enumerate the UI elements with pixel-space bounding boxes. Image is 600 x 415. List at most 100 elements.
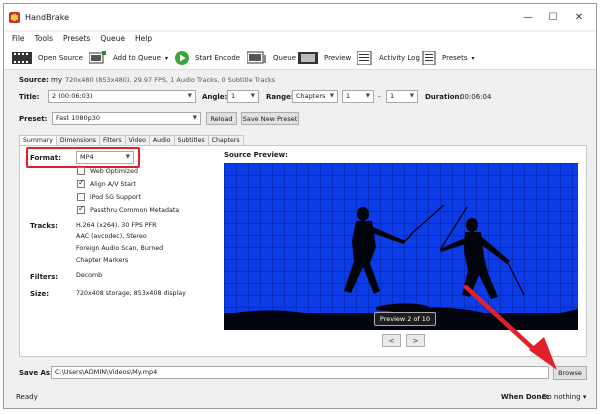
ipod-5g-label: iPod 5G Support	[90, 194, 141, 201]
track-item: AAC (avcodec), Stereo	[76, 233, 147, 240]
start-encode-label: Start Encode	[195, 54, 241, 62]
angle-label: Angle:	[202, 93, 228, 101]
menu-file[interactable]: File	[12, 32, 25, 46]
activity-log-label: Activity Log	[379, 54, 420, 62]
passthru-metadata-label: Passthru Common Metadata	[90, 207, 180, 214]
queue-label: Queue	[273, 54, 296, 62]
preview-image	[224, 163, 578, 330]
status-text: Ready	[16, 393, 38, 401]
range-select[interactable]: Chapters ▼	[292, 90, 338, 103]
passthru-metadata-checkbox[interactable]	[77, 204, 85, 214]
tracks-label: Tracks:	[30, 222, 58, 230]
handbrake-logo-icon	[9, 12, 20, 23]
size-label: Size:	[30, 290, 50, 298]
tab-video[interactable]: Video	[124, 135, 150, 145]
preview-frame-image	[224, 163, 578, 330]
film-icon	[12, 52, 32, 64]
add-to-queue-button[interactable]: Add to Queue ▾	[89, 50, 168, 66]
previous-preview-button[interactable]: <	[382, 334, 401, 347]
browse-button[interactable]: Browse	[553, 366, 587, 380]
title-bar: HandBrake — ☐ ✕	[4, 4, 596, 30]
presets-button[interactable]: Presets ▾	[422, 50, 475, 66]
next-preview-button[interactable]: >	[406, 334, 425, 347]
preview-caption: Preview 2 of 10	[374, 312, 436, 326]
save-as-label: Save As:	[19, 369, 53, 377]
chevron-down-icon: ▼	[329, 93, 334, 99]
settings-tabs: Summary Dimensions Filters Video Audio S…	[19, 135, 244, 146]
range-start-select[interactable]: 1 ▼	[342, 90, 374, 103]
add-to-queue-label: Add to Queue	[113, 54, 162, 62]
format-highlight	[26, 147, 140, 168]
preset-label: Preset:	[19, 115, 48, 123]
track-item: Foreign Audio Scan, Burned	[76, 245, 164, 252]
menu-queue[interactable]: Queue	[100, 32, 125, 46]
range-label: Range:	[266, 93, 294, 101]
when-done-select[interactable]: Do nothing ▾	[542, 393, 586, 401]
log-icon	[357, 51, 372, 65]
menu-help[interactable]: Help	[135, 32, 152, 46]
status-bar: Ready When Done: Do nothing ▾	[4, 388, 596, 408]
menu-tools[interactable]: Tools	[35, 32, 53, 46]
start-encode-button[interactable]: Start Encode	[175, 50, 240, 66]
tab-subtitles[interactable]: Subtitles	[173, 135, 209, 145]
queue-button[interactable]: Queue	[247, 50, 296, 66]
reload-button[interactable]: Reload	[206, 112, 237, 125]
tab-chapters[interactable]: Chapters	[207, 135, 244, 145]
add-queue-icon	[89, 51, 106, 64]
size-value: 720x408 storage, 853x408 display	[76, 290, 186, 297]
save-new-preset-button[interactable]: Save New Preset	[241, 112, 299, 125]
menu-bar: File Tools Presets Queue Help	[4, 32, 596, 46]
open-source-button[interactable]: Open Source	[12, 50, 83, 66]
source-name: my	[51, 76, 62, 84]
title-select-value: 2 (00:06:03)	[52, 92, 93, 100]
chevron-down-icon: ▼	[365, 93, 370, 99]
preview-label: Preview	[324, 54, 352, 62]
title-select[interactable]: 2 (00:06:03) ▼	[48, 90, 196, 103]
range-start-value: 1	[346, 92, 351, 100]
web-optimized-label: Web Optimized	[90, 168, 138, 175]
range-select-value: Chapters	[296, 92, 326, 100]
minimize-button[interactable]: —	[515, 8, 541, 26]
range-separator: -	[378, 93, 381, 101]
tab-dimensions[interactable]: Dimensions	[55, 135, 101, 145]
angle-select[interactable]: 1 ▼	[227, 90, 259, 103]
align-av-start-checkbox[interactable]	[77, 178, 85, 188]
play-icon	[175, 51, 189, 65]
presets-icon	[422, 51, 436, 65]
chevron-down-icon: ▼	[187, 93, 192, 99]
open-source-label: Open Source	[38, 54, 83, 62]
chevron-down-icon: ▾	[471, 54, 475, 62]
chevron-down-icon: ▼	[409, 93, 414, 99]
preset-select[interactable]: Fast 1080p30 ▼	[52, 112, 201, 125]
save-as-path-field[interactable]: C:\Users\ADMIN\Videos\My.mp4	[51, 366, 549, 379]
tab-filters[interactable]: Filters	[99, 135, 126, 145]
range-end-value: 1	[390, 92, 395, 100]
source-info: 720x480 (853x480), 29.97 FPS, 1 Audio Tr…	[65, 76, 276, 84]
track-item: H.264 (x264), 30 FPS PFR	[76, 222, 157, 229]
activity-log-button[interactable]: Activity Log	[357, 50, 420, 66]
when-done-value: Do nothing	[542, 393, 581, 401]
duration-value: 00:06:04	[460, 93, 492, 101]
chevron-down-icon: ▼	[192, 115, 197, 121]
maximize-button[interactable]: ☐	[540, 8, 566, 26]
window-title: HandBrake	[25, 13, 70, 22]
presets-label: Presets	[442, 54, 468, 62]
title-label: Title:	[19, 93, 40, 101]
close-button[interactable]: ✕	[566, 8, 592, 26]
source-label: Source:	[19, 76, 49, 84]
menu-presets[interactable]: Presets	[63, 32, 90, 46]
web-optimized-checkbox[interactable]	[77, 167, 85, 175]
tab-audio[interactable]: Audio	[148, 135, 175, 145]
handbrake-window: HandBrake — ☐ ✕ File Tools Presets Queue…	[3, 3, 597, 409]
range-end-select[interactable]: 1 ▼	[386, 90, 418, 103]
chevron-down-icon: ▼	[250, 93, 255, 99]
angle-select-value: 1	[231, 92, 236, 100]
queue-icon	[247, 51, 266, 64]
ipod-5g-checkbox[interactable]	[77, 193, 85, 201]
source-preview-label: Source Preview:	[224, 151, 288, 159]
filters-label: Filters:	[30, 273, 59, 281]
chevron-down-icon: ▾	[582, 393, 587, 401]
preview-button[interactable]: Preview	[298, 50, 351, 66]
preview-icon	[298, 52, 318, 64]
align-av-start-label: Align A/V Start	[90, 181, 136, 188]
